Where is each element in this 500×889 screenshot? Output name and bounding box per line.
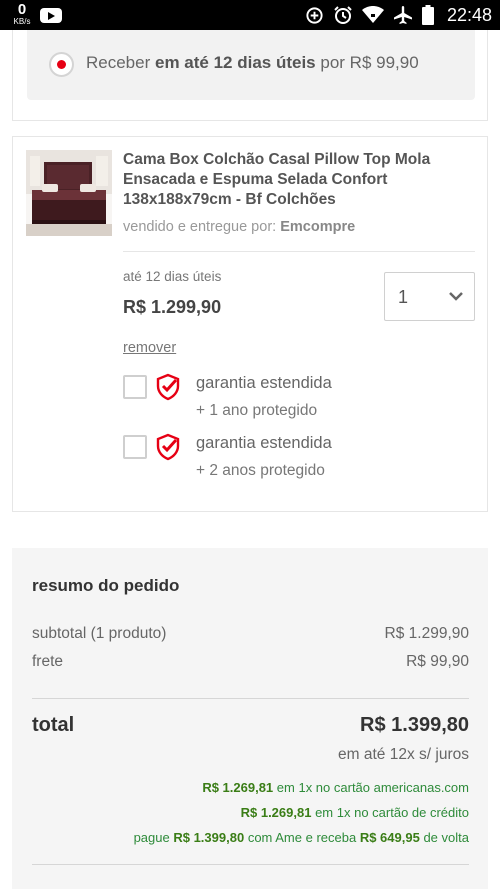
alarm-icon — [334, 6, 352, 24]
status-icons: 22:48 — [305, 0, 492, 30]
remove-link[interactable]: remover — [123, 340, 176, 356]
clock: 22:48 — [446, 4, 492, 25]
subtotal-row: subtotal (1 produto) R$ 1.299,90 — [32, 625, 469, 643]
seller-name[interactable]: Emcompre — [280, 219, 355, 235]
product-card: Cama Box Colchão Casal Pillow Top Mola E… — [12, 136, 488, 512]
ame-suffix: de volta — [423, 830, 469, 845]
summary-bottom-divider — [32, 864, 469, 865]
battery-icon — [421, 5, 434, 25]
youtube-icon — [40, 8, 62, 23]
payment-option-1-amount: R$ 1.269,81 — [202, 780, 274, 795]
warranty-2-title: garantia estendida — [196, 434, 332, 452]
subtotal-label: subtotal (1 produto) — [32, 625, 167, 642]
payment-option-2-text: em 1x no cartão de crédito — [315, 805, 469, 820]
delivery-price: por R$ 99,90 — [320, 53, 419, 72]
product-divider — [123, 251, 475, 252]
product-deadline: até 12 dias úteis — [123, 269, 222, 284]
product-title[interactable]: Cama Box Colchão Casal Pillow Top Mola E… — [123, 150, 468, 210]
total-label: total — [32, 714, 75, 736]
payment-option-1-text: em 1x no cartão americanas.com — [276, 780, 469, 795]
data-saver-icon — [306, 6, 323, 24]
subtotal-value: R$ 1.299,90 — [384, 625, 469, 642]
shield-check-icon — [156, 433, 180, 461]
order-summary: resumo do pedido subtotal (1 produto) R$… — [12, 548, 488, 889]
shipping-row: frete R$ 99,90 — [32, 653, 469, 671]
network-speed: 0 KB/s — [10, 2, 34, 26]
seller-info: vendido e entregue por: Emcompre — [123, 219, 355, 235]
installments-info: em até 12x s/ juros — [338, 746, 469, 763]
warranty-1-title: garantia estendida — [196, 374, 332, 392]
quantity-value: 1 — [398, 287, 409, 307]
total-value: R$ 1.399,80 — [360, 714, 469, 736]
network-speed-unit: KB/s — [13, 17, 31, 26]
summary-divider — [32, 698, 469, 699]
delivery-option[interactable]: Receber em até 12 dias úteis por R$ 99,9… — [27, 30, 475, 100]
payment-option-credit: R$ 1.269,81 em 1x no cartão de crédito — [241, 805, 469, 820]
delivery-option-label: Receber em até 12 dias úteis por R$ 99,9… — [86, 53, 419, 73]
quantity-select[interactable]: 1 — [384, 272, 475, 321]
ame-prefix: pague — [133, 830, 170, 845]
warranty-2-subtitle: + 2 anos protegido — [196, 462, 325, 479]
warranty-2-checkbox[interactable] — [123, 435, 147, 459]
delivery-radio[interactable] — [49, 52, 74, 77]
airplane-icon — [393, 6, 412, 24]
delivery-deadline: em até 12 dias úteis — [155, 53, 316, 72]
ame-cashback: R$ 649,95 — [359, 830, 420, 845]
ame-amount: R$ 1.399,80 — [173, 830, 245, 845]
shipping-label: frete — [32, 653, 64, 670]
warranty-1-subtitle: + 1 ano protegido — [196, 402, 318, 419]
network-speed-value: 0 — [17, 1, 27, 18]
payment-option-ame: pague R$ 1.399,80 com Ame e receba R$ 64… — [134, 830, 469, 845]
status-bar: 0 KB/s 22:48 — [0, 0, 500, 30]
warranty-1-checkbox[interactable] — [123, 375, 147, 399]
delivery-prefix: Receber — [86, 53, 151, 72]
payment-option-americanas: R$ 1.269,81 em 1x no cartão americanas.c… — [202, 780, 469, 795]
product-image[interactable] — [26, 150, 112, 236]
product-price: R$ 1.299,90 — [123, 297, 222, 317]
shield-check-icon — [156, 373, 180, 401]
shipping-value: R$ 99,90 — [406, 653, 469, 670]
summary-title: resumo do pedido — [32, 576, 180, 595]
warranty-option-2: garantia estendida + 2 anos protegido — [123, 433, 453, 489]
ame-middle: com Ame e receba — [247, 830, 357, 845]
seller-label: vendido e entregue por: — [123, 219, 277, 235]
payment-option-2-amount: R$ 1.269,81 — [240, 805, 312, 820]
delivery-card: Receber em até 12 dias úteis por R$ 99,9… — [12, 30, 488, 121]
wifi-icon — [361, 6, 384, 23]
warranty-option-1: garantia estendida + 1 ano protegido — [123, 373, 453, 429]
chevron-down-icon — [449, 292, 463, 301]
